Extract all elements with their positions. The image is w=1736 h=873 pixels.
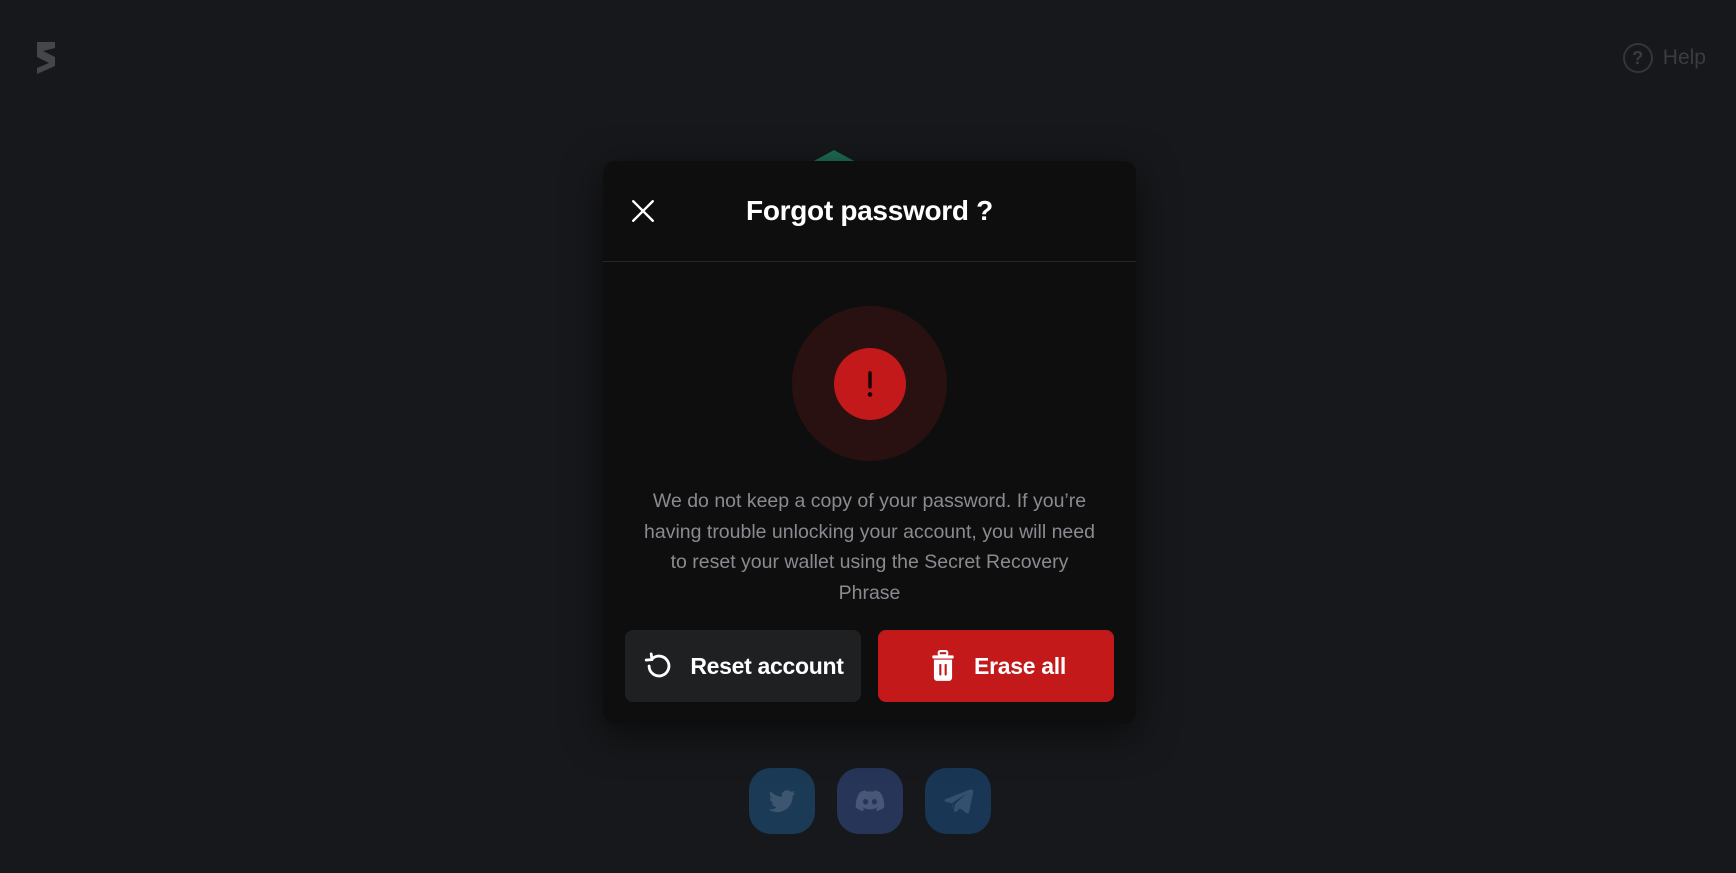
brand-s-logo-icon[interactable]: [33, 40, 59, 76]
refresh-icon: [642, 649, 676, 683]
exclamation-icon: [867, 370, 872, 397]
erase-all-button[interactable]: Erase all: [878, 630, 1114, 702]
trash-icon: [926, 649, 960, 683]
help-link[interactable]: ? Help: [1622, 40, 1706, 76]
close-icon: [632, 200, 654, 222]
help-label: Help: [1662, 46, 1706, 69]
close-button[interactable]: [627, 195, 659, 227]
telegram-icon: [944, 789, 974, 814]
twitter-icon: [768, 790, 796, 813]
modal-header: Forgot password ?: [603, 161, 1136, 262]
modal-actions: Reset account Erase all: [625, 630, 1114, 702]
alert-badge: [833, 347, 906, 420]
social-links: [749, 768, 991, 834]
reset-account-label: Reset account: [690, 652, 844, 679]
forgot-password-modal: Forgot password ? We do not keep a copy …: [603, 161, 1136, 724]
twitter-button[interactable]: [749, 768, 815, 834]
erase-all-label: Erase all: [974, 652, 1066, 679]
question-circle-icon: ?: [1622, 43, 1653, 73]
modal-message: We do not keep a copy of your password. …: [644, 490, 1095, 604]
reset-account-button[interactable]: Reset account: [625, 630, 861, 702]
telegram-button[interactable]: [925, 768, 991, 834]
page: ? Help Forgot password ? We do not keep …: [0, 0, 1736, 873]
alert-halo: [792, 306, 947, 461]
discord-button[interactable]: [837, 768, 903, 834]
discord-icon: [855, 790, 885, 812]
modal-title: Forgot password ?: [746, 195, 993, 226]
